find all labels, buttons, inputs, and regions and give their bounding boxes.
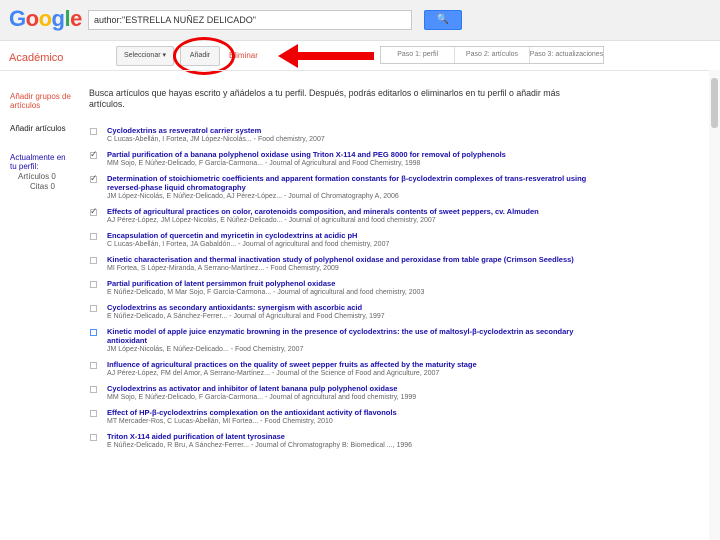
- article-title-link[interactable]: Cyclodextrins as activator and inhibitor…: [107, 384, 589, 393]
- article-checkbox[interactable]: [90, 257, 97, 264]
- section-title: Académico: [9, 52, 64, 64]
- logo-letter: o: [25, 6, 39, 31]
- article-title-link[interactable]: Encapsulation of quercetin and myricetin…: [107, 231, 589, 240]
- article-title-link[interactable]: Partial purification of latent persimmon…: [107, 279, 589, 288]
- article-meta: C Lucas-Abellán, I Fortea, JM López-Nico…: [107, 136, 325, 143]
- article-row: Triton X-114 aided purification of laten…: [89, 432, 589, 450]
- article-checkbox[interactable]: [90, 329, 97, 336]
- article-meta: C Lucas-Abellán, I Fortea, JA Gabaldón..…: [107, 241, 390, 248]
- scrollbar[interactable]: [709, 70, 720, 540]
- article-title-link[interactable]: Cyclodextrins as resveratrol carrier sys…: [107, 126, 589, 135]
- divider: [0, 70, 720, 71]
- article-row: Partial purification of a banana polyphe…: [89, 149, 589, 168]
- article-title-link[interactable]: Kinetic characterisation and thermal ina…: [107, 255, 589, 264]
- add-groups-link[interactable]: Añadir grupos de artículos: [10, 92, 74, 110]
- citations-count: Citas 0: [30, 182, 55, 191]
- search-button[interactable]: 🔍: [424, 10, 462, 30]
- intro-text: Busca artículos que hayas escrito y añád…: [89, 88, 560, 109]
- article-checkbox[interactable]: [90, 410, 97, 417]
- profile-summary-label: Actualmente en tu perfil:: [10, 153, 66, 171]
- select-dropdown[interactable]: Seleccionar ▾: [116, 46, 174, 66]
- article-row: Kinetic characterisation and thermal ina…: [89, 255, 589, 273]
- step-3: Paso 3: actualizaciones: [529, 51, 603, 58]
- article-meta: E Núñez-Delicado, R Bru, A Sánchez-Ferre…: [107, 442, 413, 449]
- article-list: Cyclodextrins as resveratrol carrier sys…: [89, 126, 589, 456]
- article-row: Influence of agricultural practices on t…: [89, 360, 589, 378]
- article-row: Cyclodextrins as secondary antioxidants:…: [89, 303, 589, 321]
- article-meta: AJ Pérez-López, FM del Amor, A Serrano-M…: [107, 370, 440, 377]
- article-meta: MM Sojo, E Núñez-Delicado, F García-Carm…: [107, 394, 417, 401]
- step-2: Paso 2: artículos: [455, 47, 530, 63]
- search-input[interactable]: author:"ESTRELLA NUÑEZ DELICADO": [88, 10, 412, 30]
- magnifier-icon: 🔍: [436, 14, 450, 25]
- article-title-link[interactable]: Triton X-114 aided purification of laten…: [107, 432, 589, 441]
- article-row: Cyclodextrins as resveratrol carrier sys…: [89, 126, 589, 144]
- article-meta: JM López-Nicolás, E Núñez-Delicado... - …: [107, 346, 304, 353]
- article-row: Effect of HP-β-cyclodextrins complexatio…: [89, 408, 589, 426]
- article-title-link[interactable]: Effects of agricultural practices on col…: [107, 207, 589, 216]
- article-checkbox[interactable]: [90, 128, 97, 135]
- article-title-link[interactable]: Influence of agricultural practices on t…: [107, 360, 589, 369]
- article-checkbox[interactable]: [90, 281, 97, 288]
- article-row: Partial purification of latent persimmon…: [89, 279, 589, 297]
- annotation-arrow-shaft: [296, 52, 374, 60]
- article-row: Effects of agricultural practices on col…: [89, 206, 589, 225]
- add-articles-link[interactable]: Añadir artículos: [10, 124, 74, 133]
- logo-letter: G: [9, 6, 26, 31]
- step-1: Paso 1: perfil: [381, 47, 456, 63]
- article-title-link[interactable]: Kinetic model of apple juice enzymatic b…: [107, 327, 589, 345]
- logo-letter: g: [51, 6, 65, 31]
- article-checkbox[interactable]: [90, 386, 97, 393]
- google-logo[interactable]: Google: [9, 6, 82, 32]
- article-title-link[interactable]: Determination of stoichiometric coeffici…: [107, 174, 589, 192]
- article-row: Kinetic model of apple juice enzymatic b…: [89, 327, 589, 354]
- article-title-link[interactable]: Partial purification of a banana polyphe…: [107, 150, 589, 159]
- article-meta: JM López-Nicolás, E Núñez-Delicado, AJ P…: [107, 193, 399, 200]
- article-checkbox[interactable]: [90, 149, 98, 160]
- annotation-arrow-icon: [278, 44, 298, 68]
- logo-letter: o: [38, 6, 52, 31]
- article-meta: AJ Pérez-López, JM López-Nicolás, E Núñe…: [107, 217, 436, 224]
- articles-count: Artículos 0: [18, 172, 56, 181]
- steps-indicator: Paso 1: perfil Paso 2: artículos Paso 3:…: [380, 46, 604, 64]
- scrollbar-thumb[interactable]: [711, 78, 718, 128]
- sidebar: Añadir grupos de artículos Añadir artícu…: [10, 92, 74, 191]
- article-row: Cyclodextrins as activator and inhibitor…: [89, 384, 589, 402]
- article-checkbox[interactable]: [90, 305, 97, 312]
- top-bar: Google author:"ESTRELLA NUÑEZ DELICADO" …: [0, 0, 720, 41]
- article-checkbox[interactable]: [90, 233, 97, 240]
- article-checkbox[interactable]: [90, 173, 98, 184]
- article-checkbox[interactable]: [90, 434, 97, 441]
- article-meta: E Núñez-Delicado, M Mar Sojo, F García-C…: [107, 289, 425, 296]
- article-checkbox[interactable]: [90, 206, 98, 217]
- article-meta: MI Fortea, S López-Miranda, A Serrano-Ma…: [107, 265, 339, 272]
- article-title-link[interactable]: Cyclodextrins as secondary antioxidants:…: [107, 303, 589, 312]
- article-checkbox[interactable]: [90, 362, 97, 369]
- article-meta: E Núñez-Delicado, A Sánchez-Ferrer... - …: [107, 313, 385, 320]
- article-row: Encapsulation of quercetin and myricetin…: [89, 231, 589, 249]
- logo-letter: e: [70, 6, 82, 31]
- article-row: Determination of stoichiometric coeffici…: [89, 173, 589, 201]
- article-meta: MT Mercader-Ros, C Lucas-Abellán, MI For…: [107, 418, 333, 425]
- article-title-link[interactable]: Effect of HP-β-cyclodextrins complexatio…: [107, 408, 589, 417]
- article-meta: MM Sojo, E Núñez-Delicado, F García-Carm…: [107, 160, 421, 167]
